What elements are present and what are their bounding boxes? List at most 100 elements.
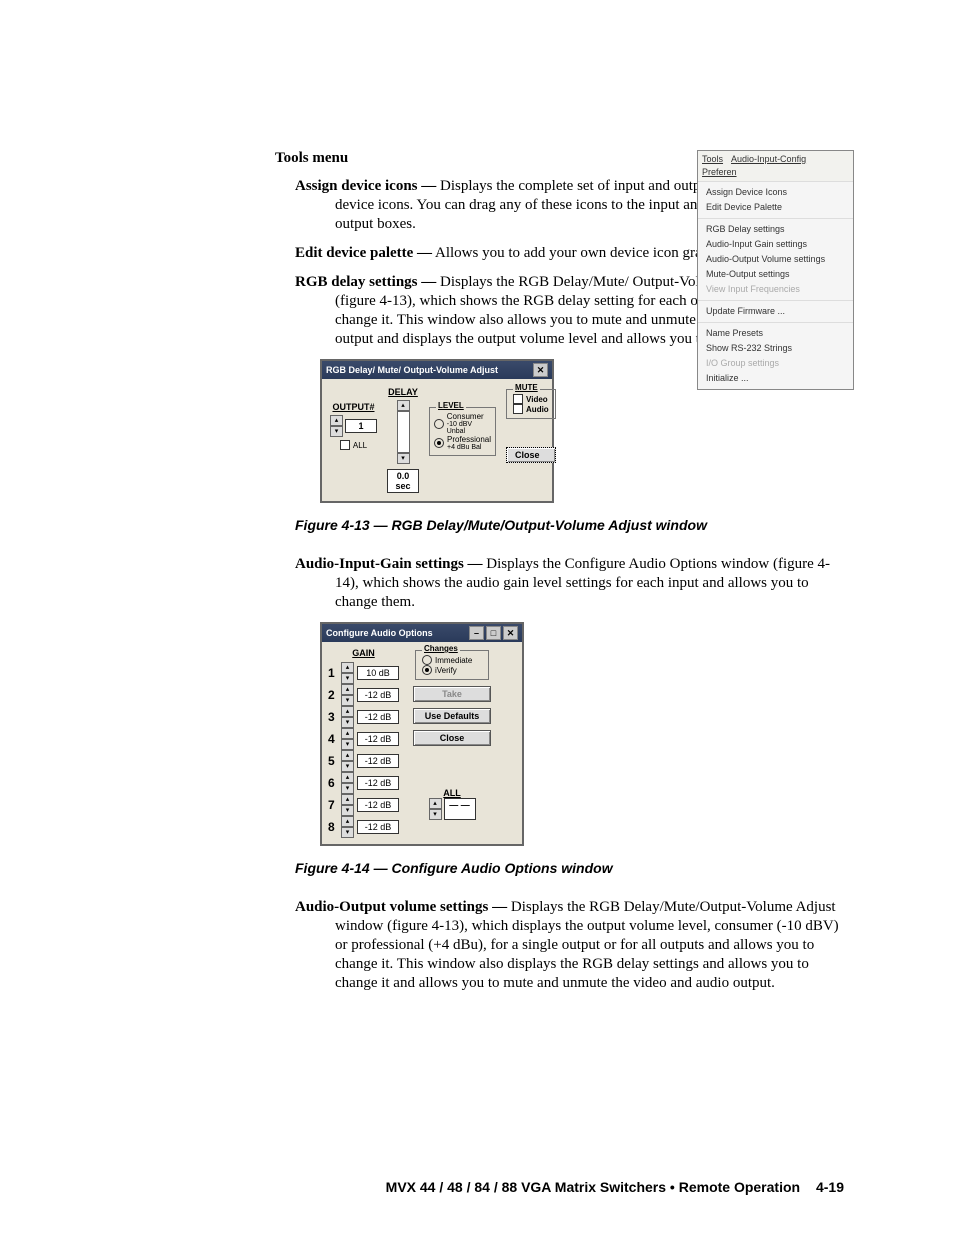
page-footer: MVX 44 / 48 / 84 / 88 VGA Matrix Switche… (0, 1179, 954, 1195)
close-button[interactable]: Close (506, 447, 556, 463)
all-label: ALL (443, 788, 461, 798)
menu-item: RGB Delay settings (706, 222, 845, 237)
menu-item: Mute-Output settings (706, 267, 845, 282)
footer-title: MVX 44 / 48 / 84 / 88 VGA Matrix Switche… (386, 1179, 800, 1195)
delay-label: DELAY (388, 387, 418, 397)
audio-checkbox[interactable]: Audio (513, 404, 549, 414)
row-number: 5 (328, 754, 338, 768)
menu-item: Audio-Output Volume settings (706, 252, 845, 267)
row-number: 6 (328, 776, 338, 790)
level-label: LEVEL (436, 401, 466, 410)
consumer-radio[interactable]: Consumer-10 dBV Unbal (434, 412, 491, 435)
gain-row: 6▴▾-12 dB (328, 772, 399, 794)
window-title: Configure Audio Options (326, 628, 433, 638)
gain-value: -12 dB (357, 820, 399, 834)
changes-fieldset: Changes Immediate iVerify (415, 650, 489, 680)
all-checkbox[interactable]: ALL (340, 440, 367, 450)
menu-tools: Tools (702, 154, 723, 164)
output-spinner[interactable]: ▴▾ (330, 415, 343, 437)
row-number: 2 (328, 688, 338, 702)
gain-row: 4▴▾-12 dB (328, 728, 399, 750)
gain-spinner[interactable]: ▴▾ (341, 772, 354, 794)
defaults-button[interactable]: Use Defaults (413, 708, 491, 724)
changes-label: Changes (422, 644, 460, 653)
entry-label: Audio-Input-Gain settings — (295, 556, 483, 572)
gain-value: -12 dB (357, 688, 399, 702)
output-value[interactable]: 1 (345, 419, 377, 433)
gain-value: 10 dB (357, 666, 399, 680)
verify-radio[interactable]: iVerify (422, 665, 482, 675)
menu-item: Audio-Input Gain settings (706, 237, 845, 252)
all-value: — — (444, 798, 476, 820)
figure-caption: Figure 4-13 — RGB Delay/Mute/Output-Volu… (295, 517, 844, 533)
row-number: 4 (328, 732, 338, 746)
gain-spinner[interactable]: ▴▾ (341, 728, 354, 750)
output-label: OUTPUT# (332, 402, 374, 412)
entry-label: Edit device palette — (295, 245, 432, 261)
professional-radio[interactable]: Professional+4 dBu Bal (434, 435, 491, 451)
gain-value: -12 dB (357, 710, 399, 724)
menu-item: Initialize ... (706, 371, 845, 386)
delay-value: 0.0 sec (387, 469, 419, 493)
immediate-radio[interactable]: Immediate (422, 655, 482, 665)
gain-column: GAIN 1▴▾10 dB2▴▾-12 dB3▴▾-12 dB4▴▾-12 dB… (328, 648, 399, 838)
minimize-icon[interactable]: – (469, 626, 484, 640)
gain-row: 3▴▾-12 dB (328, 706, 399, 728)
audio-options-window: Configure Audio Options – □ ✕ GAIN 1▴▾10… (320, 622, 524, 846)
gain-row: 7▴▾-12 dB (328, 794, 399, 816)
gain-value: -12 dB (357, 776, 399, 790)
gain-row: 5▴▾-12 dB (328, 750, 399, 772)
gain-spinner[interactable]: ▴▾ (341, 706, 354, 728)
gain-row: 2▴▾-12 dB (328, 684, 399, 706)
gain-spinner[interactable]: ▴▾ (341, 684, 354, 706)
menu-bar: Tools Audio-Input-Config Preferen (698, 151, 853, 182)
menu-audio: Audio-Input-Config (731, 154, 806, 164)
video-checkbox[interactable]: Video (513, 394, 549, 404)
menu-item: Assign Device Icons (706, 185, 845, 200)
menu-item-disabled: I/O Group settings (706, 356, 845, 371)
row-number: 8 (328, 820, 338, 834)
entry-label: Assign device icons — (295, 178, 436, 194)
title-bar: RGB Delay/ Mute/ Output-Volume Adjust ✕ (322, 361, 552, 379)
entry-text: Allows you to add your own device icon g… (435, 245, 737, 261)
entry-label: Audio-Output volume settings — (295, 899, 507, 915)
menu-pref: Preferen (702, 167, 737, 177)
window-title: RGB Delay/ Mute/ Output-Volume Adjust (326, 365, 498, 375)
gain-label: GAIN (328, 648, 399, 658)
row-number: 1 (328, 666, 338, 680)
gain-spinner[interactable]: ▴▾ (341, 816, 354, 838)
gain-spinner[interactable]: ▴▾ (341, 794, 354, 816)
menu-item: Show RS-232 Strings (706, 341, 845, 356)
gain-value: -12 dB (357, 754, 399, 768)
entry-audio-out: Audio-Output volume settings — Displays … (275, 898, 844, 993)
close-icon[interactable]: ✕ (503, 626, 518, 640)
entry-edit: Edit device palette — Allows you to add … (275, 244, 755, 263)
rgb-delay-window: RGB Delay/ Mute/ Output-Volume Adjust ✕ … (320, 359, 554, 503)
maximize-icon[interactable]: □ (486, 626, 501, 640)
row-number: 7 (328, 798, 338, 812)
mute-fieldset: MUTE Video Audio (506, 389, 556, 419)
menu-item: Edit Device Palette (706, 200, 845, 215)
level-fieldset: LEVEL Consumer-10 dBV Unbal Professional… (429, 407, 496, 456)
gain-spinner[interactable]: ▴▾ (341, 750, 354, 772)
entry-assign: Assign device icons — Displays the compl… (275, 177, 745, 234)
tools-menu-screenshot: Tools Audio-Input-Config Preferen Assign… (697, 150, 854, 390)
menu-item: Update Firmware ... (706, 304, 845, 319)
row-number: 3 (328, 710, 338, 724)
close-button[interactable]: Close (413, 730, 491, 746)
take-button[interactable]: Take (413, 686, 491, 702)
menu-item: Name Presets (706, 326, 845, 341)
gain-value: -12 dB (357, 798, 399, 812)
page-number: 4-19 (816, 1179, 844, 1195)
gain-spinner[interactable]: ▴▾ (341, 662, 354, 684)
title-bar: Configure Audio Options – □ ✕ (322, 624, 522, 642)
all-spinner[interactable]: ▴▾ (429, 798, 442, 820)
gain-row: 1▴▾10 dB (328, 662, 399, 684)
close-icon[interactable]: ✕ (533, 363, 548, 377)
entry-label: RGB delay settings — (295, 274, 436, 290)
entry-audio-in: Audio-Input-Gain settings — Displays the… (275, 555, 844, 612)
delay-spinner[interactable]: ▴▾ (397, 400, 410, 464)
mute-label: MUTE (513, 383, 540, 392)
gain-value: -12 dB (357, 732, 399, 746)
gain-row: 8▴▾-12 dB (328, 816, 399, 838)
